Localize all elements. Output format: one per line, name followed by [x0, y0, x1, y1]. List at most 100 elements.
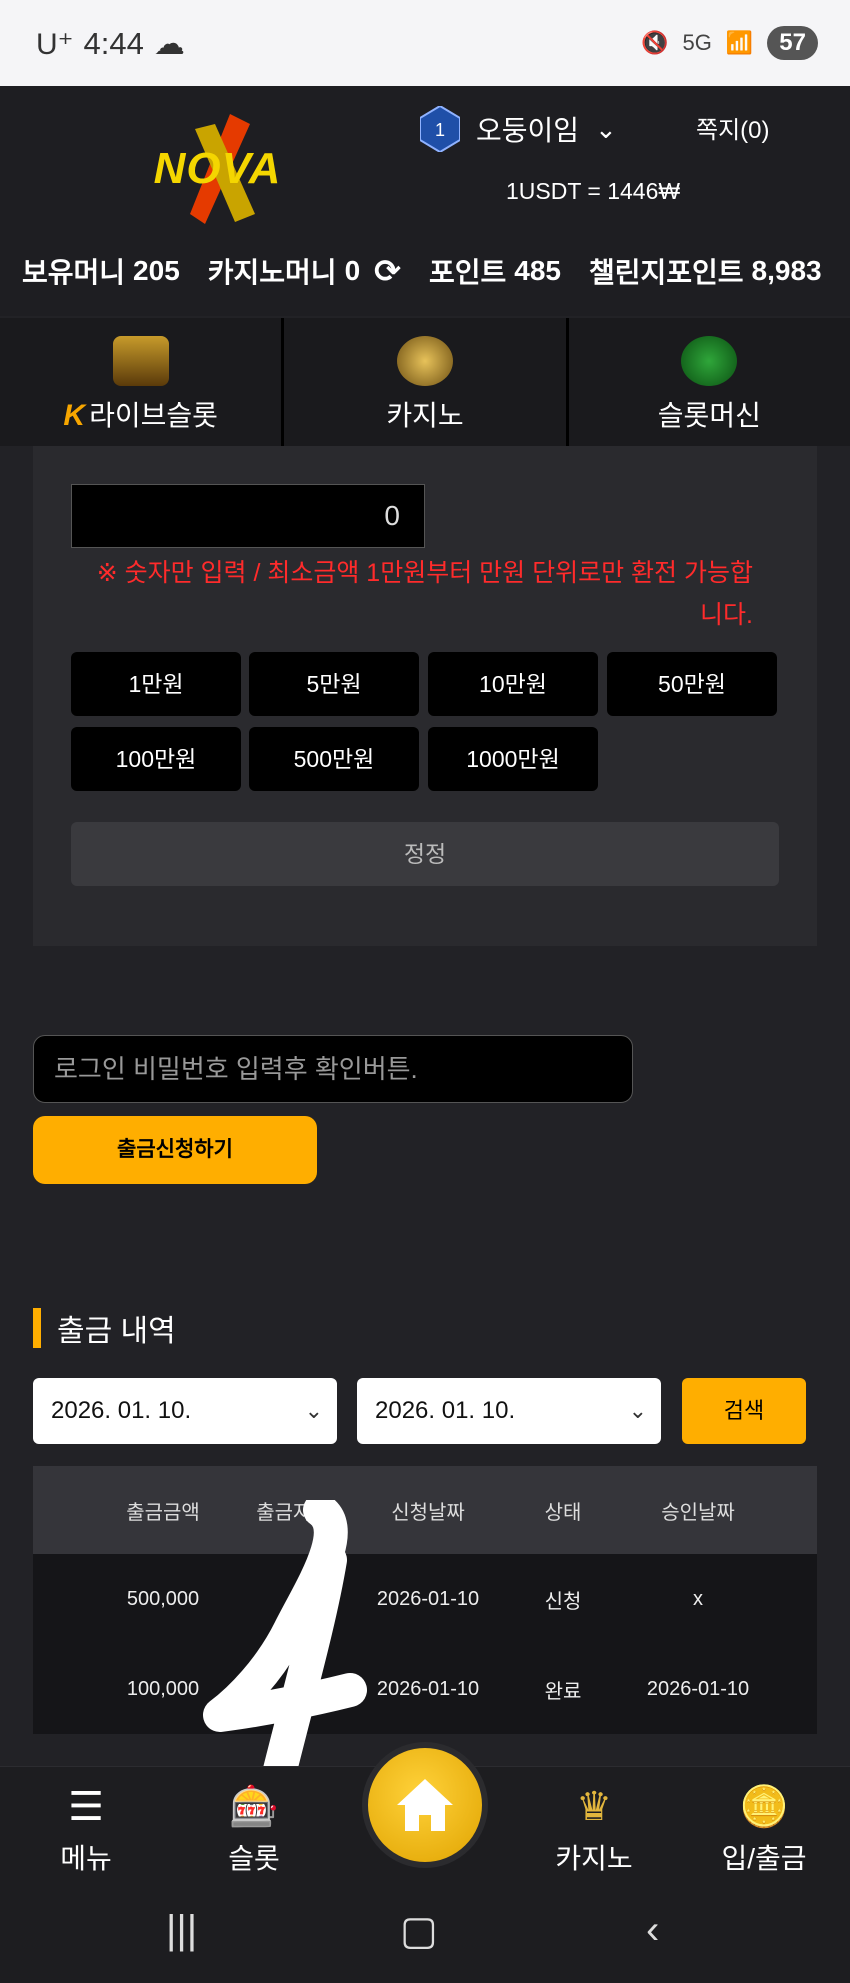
notes-link[interactable]: 쪽지(0) [696, 110, 770, 145]
slot-777-icon [681, 336, 738, 386]
date-cell: 2026-01-10 [376, 1677, 480, 1700]
category-nav: K 라이브슬롯 카지노 슬롯머신 [0, 318, 850, 446]
nav-deposit-withdraw[interactable]: 🪙 입/출금 [704, 1783, 824, 1877]
approved-cell: x [693, 1587, 703, 1610]
amount-button-5m[interactable]: 500만원 [249, 727, 419, 791]
carrier: U⁺ [36, 27, 74, 61]
status-left: U⁺ 4:44 ☁ [36, 26, 185, 62]
date-from-value: 2026. 01. 10. [51, 1397, 192, 1424]
points: 포인트 485 [429, 251, 561, 291]
amount-input[interactable]: 0 [71, 484, 425, 548]
challenge-points-label: 챌린지포인트 [588, 257, 744, 288]
challenge-points-value: 8,983 [751, 255, 822, 286]
points-value: 485 [514, 255, 561, 286]
k-mark-icon: K [63, 399, 86, 432]
title-accent-bar [33, 1308, 41, 1348]
chevron-down-icon: ⌄ [628, 1398, 647, 1423]
correct-button[interactable]: 정정 [71, 822, 779, 886]
live-slot-icon [112, 336, 169, 386]
battery-indicator: 57 [767, 26, 818, 60]
home-icon [397, 1779, 453, 1831]
history-title-text: 출금 내역 [57, 1315, 176, 1348]
nav-label: 메뉴 [60, 1843, 112, 1874]
redaction-scribble [203, 1500, 367, 1780]
table-row: 500,000 2026-01-10 신청 x [33, 1554, 817, 1644]
table-header: 출금금액 출금자명 신청날짜 상태 승인날짜 [33, 1466, 817, 1554]
history-title: 출금 내역 [33, 1308, 176, 1348]
category-label: 라이브슬롯 [89, 400, 218, 431]
username: 오둥이임 [476, 115, 580, 146]
date-to-select[interactable]: 2026. 01. 10. ⌄ [357, 1378, 661, 1444]
table-row: 100,000 2026-01-10 완료 2026-01-10 [33, 1644, 817, 1734]
site-header: NOVA 1 오둥이임 ⌄ 쪽지(0) 1USDT = 1446₩ 보유머니 2… [0, 86, 850, 316]
home-button[interactable] [362, 1742, 488, 1868]
approved-cell: 2026-01-10 [646, 1677, 750, 1700]
home-system-icon[interactable]: ▢ [400, 1908, 438, 1954]
refresh-icon[interactable]: ⟳ [374, 252, 401, 290]
system-nav: ||| ▢ ‹ [0, 1884, 850, 1983]
mute-icon: 🔇 [641, 30, 669, 55]
nav-casino[interactable]: ♛ 카지노 [534, 1783, 654, 1877]
casino-money-label: 카지노머니 [207, 257, 337, 288]
amount-warning: ※ 숫자만 입력 / 최소금액 1만원부터 만원 단위로만 환전 가능합니다. [96, 559, 753, 629]
date-to-value: 2026. 01. 10. [375, 1397, 516, 1424]
date-from-select[interactable]: 2026. 01. 10. ⌄ [33, 1378, 337, 1444]
search-button[interactable]: 검색 [682, 1378, 806, 1444]
status-right: 🔇 5G 📶 57 [641, 26, 818, 60]
exchange-panel: 0 ※ 숫자만 입력 / 최소금액 1만원부터 만원 단위로만 환전 가능합니다… [33, 446, 817, 946]
category-live-slot[interactable]: K 라이브슬롯 [0, 318, 285, 446]
category-label: 슬롯머신 [657, 400, 761, 431]
column-header: 출금금액 [126, 1501, 200, 1524]
k-slot-icon: ♛ [576, 1785, 612, 1829]
recent-apps-icon[interactable]: ||| [166, 1908, 197, 1953]
amount-cell: 100,000 [126, 1677, 200, 1700]
category-casino[interactable]: 카지노 [284, 318, 569, 446]
nav-label: 입/출금 [721, 1843, 807, 1874]
column-header: 상태 [544, 1501, 582, 1524]
amount-button-50k[interactable]: 5만원 [249, 652, 419, 716]
holding-money: 보유머니 205 [22, 251, 180, 291]
nova-logo[interactable]: NOVA [135, 114, 300, 224]
amount-cell: 500,000 [126, 1587, 200, 1610]
amount-button-1m[interactable]: 100만원 [71, 727, 241, 791]
cloud-icon: ☁ [153, 26, 185, 61]
logo-text: NOVA [153, 144, 282, 193]
category-label: 카지노 [386, 400, 464, 431]
network-label: 5G [682, 30, 712, 55]
amount-button-10k[interactable]: 1만원 [71, 652, 241, 716]
level-badge-icon: 1 [420, 106, 460, 152]
slot-icon: 🎰 [229, 1785, 279, 1829]
nav-label: 카지노 [555, 1843, 633, 1874]
coins-icon: 🪙 [739, 1785, 789, 1829]
clock: 4:44 [83, 26, 144, 61]
balances-bar: 보유머니 205 카지노머니 0 ⟳ 포인트 485 챌린지포인트 8,983 [0, 236, 850, 306]
casino-money: 카지노머니 0 ⟳ [208, 251, 401, 291]
nav-label: 슬롯 [228, 1843, 280, 1874]
chevron-down-icon: ⌄ [304, 1398, 323, 1423]
nav-slot[interactable]: 🎰 슬롯 [194, 1783, 314, 1877]
holding-money-label: 보유머니 [22, 257, 126, 288]
svg-text:1: 1 [435, 120, 445, 140]
date-cell: 2026-01-10 [376, 1587, 480, 1610]
category-slot-machine[interactable]: 슬롯머신 [569, 318, 850, 446]
column-header: 승인날짜 [661, 1501, 735, 1524]
signal-icon: 📶 [725, 30, 754, 55]
status-cell: 완료 [544, 1680, 582, 1703]
exchange-rate: 1USDT = 1446₩ [506, 178, 681, 204]
holding-money-value: 205 [133, 255, 180, 286]
nav-menu[interactable]: ☰ 메뉴 [26, 1783, 146, 1877]
withdraw-request-button[interactable]: 출금신청하기 [33, 1116, 317, 1184]
password-input[interactable]: 로그인 비밀번호 입력후 확인버튼. [33, 1035, 633, 1103]
amount-button-500k[interactable]: 50만원 [607, 652, 777, 716]
user-menu[interactable]: 1 오둥이임 ⌄ [420, 106, 617, 152]
status-cell: 신청 [544, 1590, 582, 1613]
amount-button-100k[interactable]: 10만원 [428, 652, 598, 716]
column-header: 신청날짜 [391, 1501, 465, 1524]
points-label: 포인트 [428, 257, 507, 288]
k-slot-icon [396, 336, 453, 386]
status-bar: U⁺ 4:44 ☁ 🔇 5G 📶 57 [0, 0, 850, 86]
casino-money-value: 0 [344, 255, 361, 286]
amount-button-10m[interactable]: 1000만원 [428, 727, 598, 791]
hamburger-icon: ☰ [68, 1785, 104, 1829]
back-icon[interactable]: ‹ [646, 1908, 659, 1953]
